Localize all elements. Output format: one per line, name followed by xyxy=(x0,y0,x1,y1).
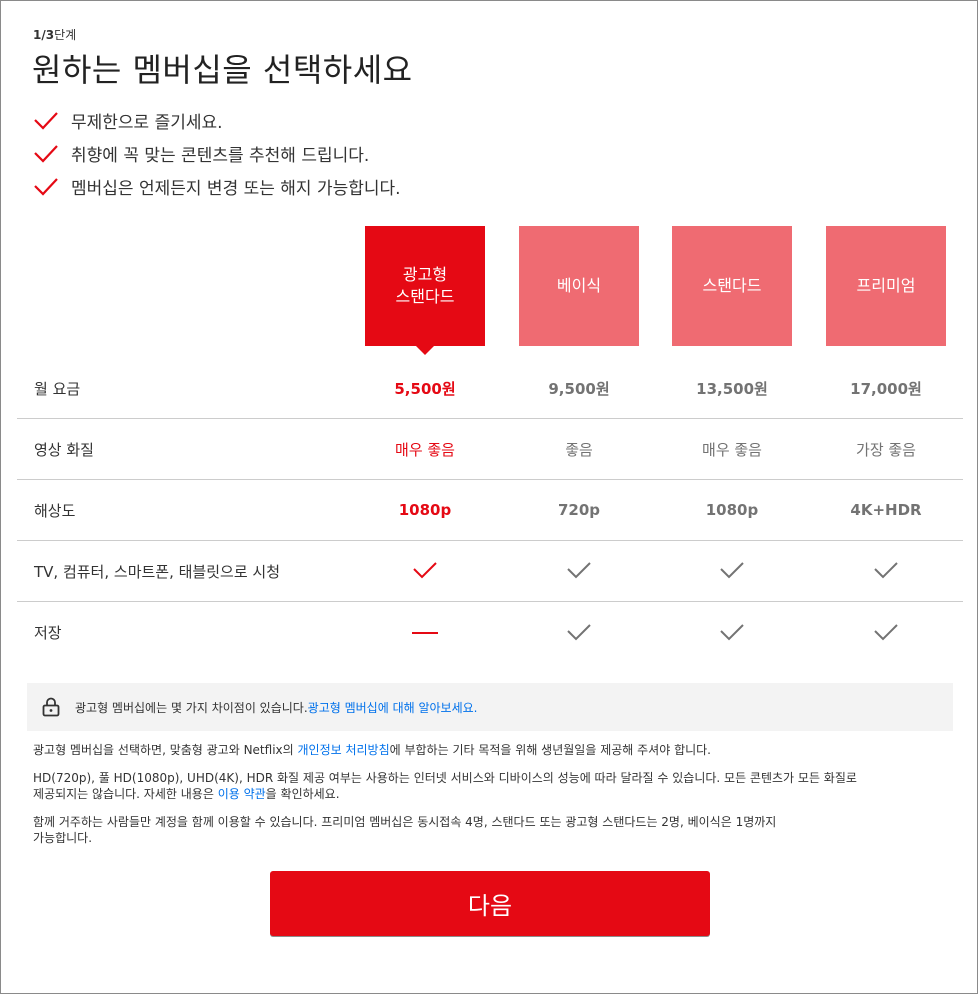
step-number: 1/3 xyxy=(33,28,55,42)
fine-text: 가능합니다. xyxy=(33,831,93,845)
row-resolution: 해상도 1080p 720p 1080p 4K+HDR xyxy=(17,480,963,541)
quality-premium: 가장 좋음 xyxy=(856,440,916,459)
row-label: 월 요금 xyxy=(34,379,81,398)
check-icon xyxy=(826,622,946,644)
quality-ad-standard: 매우 좋음 xyxy=(395,440,455,459)
ad-plan-learn-more-link[interactable]: 광고형 멤버십에 대해 알아보세요. xyxy=(308,699,478,716)
price-ad-standard: 5,500원 xyxy=(394,379,456,398)
benefit-text: 무제한으로 즐기세요. xyxy=(71,113,223,133)
fine-print-sharing: 함께 거주하는 사람들만 계정을 함께 이용할 수 있습니다. 프리미엄 멤버십… xyxy=(33,814,951,846)
benefit-text: 취향에 꼭 맞는 콘텐츠를 추천해 드립니다. xyxy=(71,146,370,166)
plan-standard[interactable]: 스탠다드 xyxy=(672,226,792,346)
notice-text: 광고형 멤버십에는 몇 가지 차이점이 있습니다. xyxy=(75,700,308,715)
price-basic: 9,500원 xyxy=(548,379,610,398)
fine-text: 에 부합하는 기타 목적을 위해 생년월일을 제공해 주셔야 합니다. xyxy=(389,743,711,757)
plan-name: 베이식 xyxy=(556,276,602,295)
lock-icon xyxy=(42,697,60,717)
benefit-item: 멤버십은 언제든지 변경 또는 해지 가능합니다. xyxy=(33,170,401,203)
price-standard: 13,500원 xyxy=(696,379,768,398)
resolution-basic: 720p xyxy=(557,501,601,519)
dash-icon xyxy=(365,622,485,644)
privacy-policy-link[interactable]: 개인정보 처리방침 xyxy=(297,743,389,757)
selected-arrow xyxy=(416,346,434,355)
fine-text: 제공되지는 않습니다. 자세한 내용은 xyxy=(33,787,218,801)
check-icon xyxy=(672,560,792,582)
next-button[interactable]: 다음 xyxy=(270,871,710,936)
row-download: 저장 xyxy=(17,602,963,663)
price-premium: 17,000원 xyxy=(850,379,922,398)
check-icon xyxy=(365,560,485,582)
resolution-ad-standard: 1080p xyxy=(398,501,452,519)
resolution-standard: 1080p xyxy=(705,501,759,519)
ad-plan-notice: 광고형 멤버십에는 몇 가지 차이점이 있습니다. 광고형 멤버십에 대해 알아… xyxy=(27,683,953,731)
plan-ad-standard[interactable]: 광고형 스탠다드 xyxy=(365,226,485,355)
page-title: 원하는 멤버십을 선택하세요 xyxy=(32,51,413,89)
step-unit: 단계 xyxy=(54,28,77,42)
quality-basic: 좋음 xyxy=(565,440,593,459)
check-icon xyxy=(519,560,639,582)
row-devices: TV, 컴퓨터, 스마트폰, 태블릿으로 시청 xyxy=(17,541,963,602)
plan-premium[interactable]: 프리미엄 xyxy=(826,226,946,346)
plan-name: 프리미엄 xyxy=(856,276,916,295)
fine-text: 함께 거주하는 사람들만 계정을 함께 이용할 수 있습니다. 프리미엄 멤버십… xyxy=(33,815,777,829)
terms-of-use-link[interactable]: 이용 약관 xyxy=(218,787,266,801)
plan-selection-window: 1/3단계 원하는 멤버십을 선택하세요 무제한으로 즐기세요. 취향에 꼭 맞… xyxy=(0,0,978,994)
benefit-text: 멤버십은 언제든지 변경 또는 해지 가능합니다. xyxy=(71,179,401,199)
row-label: 저장 xyxy=(34,624,62,642)
red-check-icon xyxy=(34,177,58,196)
row-monthly-price: 월 요금 5,500원 9,500원 13,500원 17,000원 xyxy=(17,358,963,419)
fine-text: 을 확인하세요. xyxy=(265,787,340,801)
quality-standard: 매우 좋음 xyxy=(702,440,762,459)
red-check-icon xyxy=(34,111,58,130)
benefit-item: 무제한으로 즐기세요. xyxy=(33,104,401,137)
plan-name: 광고형 스탠다드 xyxy=(395,265,455,306)
fine-print-birthdate: 광고형 멤버십을 선택하면, 맞춤형 광고와 Netflix의 개인정보 처리방… xyxy=(33,742,951,758)
check-icon xyxy=(519,622,639,644)
plan-name: 스탠다드 xyxy=(702,276,762,295)
benefit-item: 취향에 꼭 맞는 콘텐츠를 추천해 드립니다. xyxy=(33,137,401,170)
check-icon xyxy=(672,622,792,644)
fine-text: HD(720p), 풀 HD(1080p), UHD(4K), HDR 화질 제… xyxy=(33,771,857,785)
row-label: TV, 컴퓨터, 스마트폰, 태블릿으로 시청 xyxy=(34,562,281,581)
fine-text: 광고형 멤버십을 선택하면, 맞춤형 광고와 Netflix의 xyxy=(33,743,298,757)
row-label: 영상 화질 xyxy=(34,440,94,459)
check-icon xyxy=(826,560,946,582)
fine-print-quality: HD(720p), 풀 HD(1080p), UHD(4K), HDR 화질 제… xyxy=(33,770,951,802)
red-check-icon xyxy=(34,144,58,163)
row-video-quality: 영상 화질 매우 좋음 좋음 매우 좋음 가장 좋음 xyxy=(17,419,963,480)
plan-basic[interactable]: 베이식 xyxy=(519,226,639,346)
benefits-list: 무제한으로 즐기세요. 취향에 꼭 맞는 콘텐츠를 추천해 드립니다. 멤버십은… xyxy=(33,104,401,203)
resolution-premium: 4K+HDR xyxy=(850,501,922,519)
row-label: 해상도 xyxy=(34,501,76,520)
step-indicator: 1/3단계 xyxy=(33,26,76,43)
